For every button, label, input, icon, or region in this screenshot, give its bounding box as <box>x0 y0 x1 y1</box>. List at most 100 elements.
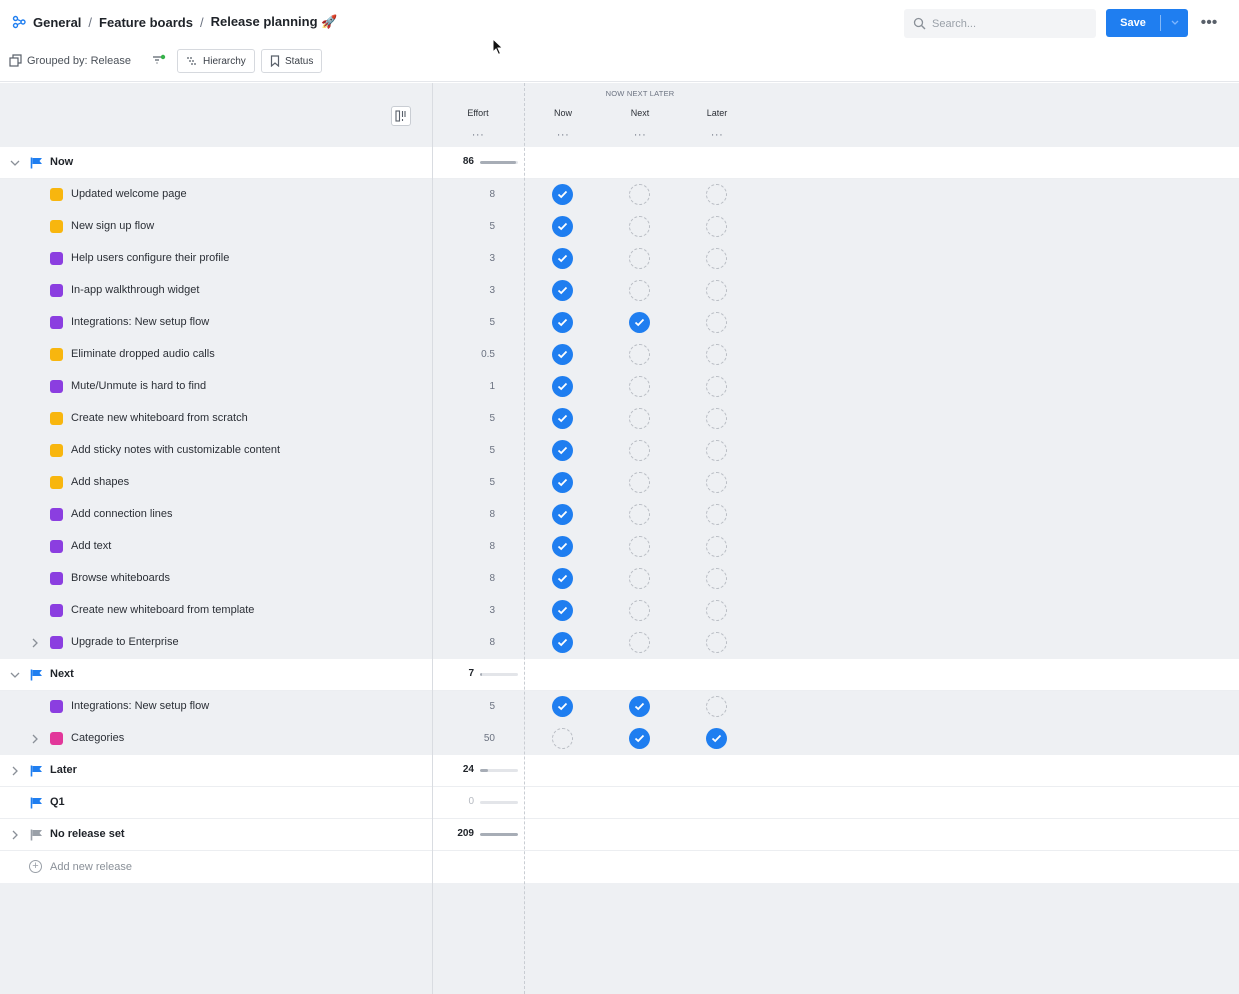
feature-name[interactable]: Help users configure their profile <box>71 252 229 264</box>
later-empty-circle-icon[interactable] <box>706 568 727 589</box>
release-name[interactable]: Later <box>50 764 77 776</box>
release-name[interactable]: Q1 <box>50 796 65 808</box>
feature-name[interactable]: Create new whiteboard from scratch <box>71 412 248 424</box>
later-empty-circle-icon[interactable] <box>706 248 727 269</box>
feature-row[interactable]: Integrations: New setup flow 5 <box>0 691 1239 723</box>
later-empty-circle-icon[interactable] <box>706 440 727 461</box>
release-row[interactable]: Q1 0 <box>0 787 1239 819</box>
add-release-row[interactable]: + Add new release <box>0 851 1239 883</box>
next-empty-circle-icon[interactable] <box>629 536 650 557</box>
now-checkmark-icon[interactable] <box>552 344 573 365</box>
later-empty-circle-icon[interactable] <box>706 472 727 493</box>
search-input[interactable] <box>932 17 1092 30</box>
release-row[interactable]: Next 7 <box>0 659 1239 691</box>
feature-effort[interactable]: 50 <box>436 733 495 744</box>
next-empty-circle-icon[interactable] <box>629 184 650 205</box>
feature-effort[interactable]: 5 <box>436 477 495 488</box>
feature-row[interactable]: Mute/Unmute is hard to find 1 <box>0 371 1239 403</box>
later-checkmark-icon[interactable] <box>706 728 727 749</box>
feature-name[interactable]: Add shapes <box>71 476 129 488</box>
later-empty-circle-icon[interactable] <box>706 344 727 365</box>
later-empty-circle-icon[interactable] <box>706 312 727 333</box>
later-empty-circle-icon[interactable] <box>706 408 727 429</box>
feature-effort[interactable]: 8 <box>436 573 495 584</box>
feature-effort[interactable]: 5 <box>436 221 495 232</box>
release-name[interactable]: No release set <box>50 828 125 840</box>
now-checkmark-icon[interactable] <box>552 536 573 557</box>
next-checkmark-icon[interactable] <box>629 728 650 749</box>
feature-row[interactable]: Categories 50 <box>0 723 1239 755</box>
next-column-menu-icon[interactable]: ··· <box>610 129 670 141</box>
later-empty-circle-icon[interactable] <box>706 280 727 301</box>
feature-effort[interactable]: 3 <box>436 285 495 296</box>
feature-effort[interactable]: 1 <box>436 381 495 392</box>
now-checkmark-icon[interactable] <box>552 600 573 621</box>
feature-row[interactable]: Browse whiteboards 8 <box>0 563 1239 595</box>
now-column-menu-icon[interactable]: ··· <box>533 129 593 141</box>
feature-name[interactable]: Add text <box>71 540 111 552</box>
save-options-button[interactable] <box>1161 20 1188 26</box>
feature-name[interactable]: Categories <box>71 732 124 744</box>
feature-effort[interactable]: 0.5 <box>436 349 495 360</box>
feature-row[interactable]: Integrations: New setup flow 5 <box>0 307 1239 339</box>
now-checkmark-icon[interactable] <box>552 376 573 397</box>
later-empty-circle-icon[interactable] <box>706 504 727 525</box>
column-header-now[interactable]: Now <box>533 108 593 118</box>
later-empty-circle-icon[interactable] <box>706 600 727 621</box>
feature-row[interactable]: Add connection lines 8 <box>0 499 1239 531</box>
now-checkmark-icon[interactable] <box>552 280 573 301</box>
feature-name[interactable]: Integrations: New setup flow <box>71 316 209 328</box>
later-empty-circle-icon[interactable] <box>706 184 727 205</box>
feature-name[interactable]: Mute/Unmute is hard to find <box>71 380 206 392</box>
now-checkmark-icon[interactable] <box>552 440 573 461</box>
next-empty-circle-icon[interactable] <box>629 504 650 525</box>
chevron-right-icon[interactable] <box>29 733 41 745</box>
filter-icon[interactable] <box>152 54 166 68</box>
feature-effort[interactable]: 8 <box>436 509 495 520</box>
feature-effort[interactable]: 8 <box>436 189 495 200</box>
more-options-icon[interactable]: ••• <box>1199 13 1219 33</box>
release-row[interactable]: Later 24 <box>0 755 1239 787</box>
later-column-menu-icon[interactable]: ··· <box>687 129 747 141</box>
feature-name[interactable]: New sign up flow <box>71 220 154 232</box>
chevron-down-icon[interactable] <box>9 157 21 169</box>
feature-name[interactable]: Add connection lines <box>71 508 173 520</box>
column-header-later[interactable]: Later <box>687 108 747 118</box>
now-checkmark-icon[interactable] <box>552 696 573 717</box>
effort-column-menu-icon[interactable]: ··· <box>446 129 510 141</box>
release-name[interactable]: Now <box>50 156 73 168</box>
feature-effort[interactable]: 5 <box>436 413 495 424</box>
now-checkmark-icon[interactable] <box>552 248 573 269</box>
next-empty-circle-icon[interactable] <box>629 248 650 269</box>
next-empty-circle-icon[interactable] <box>629 632 650 653</box>
status-button[interactable]: Status <box>261 49 323 73</box>
feature-row[interactable]: Create new whiteboard from template 3 <box>0 595 1239 627</box>
feature-row[interactable]: Add shapes 5 <box>0 467 1239 499</box>
next-checkmark-icon[interactable] <box>629 696 650 717</box>
page-title[interactable]: Release planning 🚀 <box>211 14 338 30</box>
next-empty-circle-icon[interactable] <box>629 440 650 461</box>
now-checkmark-icon[interactable] <box>552 312 573 333</box>
later-empty-circle-icon[interactable] <box>706 216 727 237</box>
feature-effort[interactable]: 8 <box>436 541 495 552</box>
now-checkmark-icon[interactable] <box>552 632 573 653</box>
later-empty-circle-icon[interactable] <box>706 696 727 717</box>
grouped-by-control[interactable]: Grouped by: Release <box>9 54 131 67</box>
column-header-effort[interactable]: Effort <box>446 108 510 118</box>
feature-effort[interactable]: 8 <box>436 637 495 648</box>
feature-row[interactable]: Create new whiteboard from scratch 5 <box>0 403 1239 435</box>
feature-row[interactable]: Updated welcome page 8 <box>0 179 1239 211</box>
breadcrumb-item-general[interactable]: General <box>33 15 81 30</box>
later-empty-circle-icon[interactable] <box>706 376 727 397</box>
now-checkmark-icon[interactable] <box>552 216 573 237</box>
feature-row[interactable]: In-app walkthrough widget 3 <box>0 275 1239 307</box>
next-checkmark-icon[interactable] <box>629 312 650 333</box>
release-name[interactable]: Next <box>50 668 74 680</box>
column-header-next[interactable]: Next <box>610 108 670 118</box>
feature-row[interactable]: Upgrade to Enterprise 8 <box>0 627 1239 659</box>
feature-effort[interactable]: 5 <box>436 445 495 456</box>
now-checkmark-icon[interactable] <box>552 408 573 429</box>
next-empty-circle-icon[interactable] <box>629 216 650 237</box>
search-box[interactable] <box>904 9 1096 38</box>
feature-name[interactable]: Upgrade to Enterprise <box>71 636 179 648</box>
